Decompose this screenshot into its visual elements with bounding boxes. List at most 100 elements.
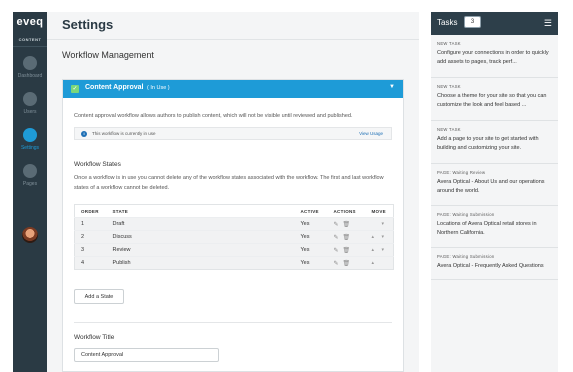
nav-item-label: Dashboard xyxy=(17,73,43,79)
move-cell: ▴ ▾ xyxy=(365,230,394,244)
trash-icon[interactable]: 🗑 xyxy=(343,221,351,228)
move-down-icon[interactable]: ▾ xyxy=(382,247,386,253)
nav-item-label: Settings xyxy=(20,145,40,151)
pencil-icon[interactable]: ✎ xyxy=(334,234,339,241)
tasks-title: Tasks xyxy=(437,18,458,27)
left-nav: eveq CONTENT Dashboard Users Settings Pa… xyxy=(13,12,47,372)
tasks-header: Tasks 3 ☰ xyxy=(431,12,558,35)
gauge-icon xyxy=(23,56,37,70)
workflow-card: ✓ Content Approval ( In Use ) ▼ Content … xyxy=(62,79,404,372)
workflow-description: Content approval workflow allows authors… xyxy=(74,113,353,119)
workflow-card-header[interactable]: ✓ Content Approval ( In Use ) ▼ xyxy=(63,80,403,98)
column-header: ORDER xyxy=(81,208,99,214)
pencil-icon[interactable]: ✎ xyxy=(334,247,339,254)
page-title: Settings xyxy=(62,17,114,32)
move-cell: ▾ xyxy=(365,217,394,231)
nav-item-label: Users xyxy=(23,109,37,115)
workflow-states-title: Workflow States xyxy=(74,161,121,168)
nav-item-dashboard[interactable]: Dashboard xyxy=(13,56,47,90)
task-type: PAGE: Waiting Review xyxy=(437,170,486,175)
order-cell: 3 xyxy=(74,243,107,257)
logo-divider xyxy=(13,46,47,47)
task-item[interactable]: PAGE: Waiting Submission Avera Optical -… xyxy=(431,248,558,280)
move-up-icon[interactable]: ▴ xyxy=(372,260,376,266)
pages-icon xyxy=(23,164,37,178)
info-text: This workflow is currently in use xyxy=(92,131,156,136)
nav-item-label: Pages xyxy=(22,181,38,187)
trash-icon[interactable]: 🗑 xyxy=(343,260,351,267)
active-cell: Yes xyxy=(294,230,328,244)
nav-item-settings[interactable]: Settings xyxy=(13,128,47,162)
task-text: Locations of Avera Optical retail stores… xyxy=(437,221,537,236)
pencil-icon[interactable]: ✎ xyxy=(334,260,339,267)
workflow-states-description: Once a workflow is in use you cannot del… xyxy=(74,175,384,191)
workflow-title-label: Workflow Title xyxy=(74,334,115,341)
view-usage-link[interactable]: View Usage xyxy=(359,131,383,136)
task-item[interactable]: NEW TASK Add a page to your site to get … xyxy=(431,121,558,164)
list-menu-icon[interactable]: ☰ xyxy=(544,18,552,29)
active-cell: Yes xyxy=(294,217,328,231)
chevron-down-icon[interactable]: ▼ xyxy=(389,84,395,90)
add-state-button[interactable]: Add a State xyxy=(74,289,124,304)
task-type: PAGE: Waiting Submission xyxy=(437,212,495,217)
avatar[interactable] xyxy=(22,227,38,243)
order-cell: 4 xyxy=(74,256,107,270)
in-use-badge: ( In Use ) xyxy=(147,85,170,91)
move-cell: ▴ ▾ xyxy=(365,243,394,257)
task-item[interactable]: NEW TASK Configure your connections in o… xyxy=(431,35,558,78)
state-cell: Publish xyxy=(106,256,295,270)
trash-icon[interactable]: 🗑 xyxy=(343,247,351,254)
table-row: 4 Publish Yes ✎ 🗑 ▴ xyxy=(74,256,394,270)
table-row: 1 Draft Yes ✎ 🗑 ▾ xyxy=(74,217,394,231)
column-header: MOVE xyxy=(371,208,386,214)
move-up-icon[interactable]: ▴ xyxy=(372,247,376,253)
table-row: 2 Discuss Yes ✎ 🗑 ▴ ▾ xyxy=(74,230,394,244)
actions-cell: ✎ 🗑 xyxy=(327,230,366,244)
actions-cell: ✎ 🗑 xyxy=(327,256,366,270)
info-banner: i This workflow is currently in use View… xyxy=(74,127,392,140)
task-text: Avera Optical - Frequently Asked Questio… xyxy=(437,263,544,269)
app-logo[interactable]: eveq xyxy=(13,16,47,28)
actions-cell: ✎ 🗑 xyxy=(327,217,366,231)
task-text: Add a page to your site to get started w… xyxy=(437,136,539,151)
task-type: NEW TASK xyxy=(437,84,461,89)
task-text: Configure your connections in order to q… xyxy=(437,50,549,65)
column-header: ACTIVE xyxy=(300,208,319,214)
column-header: ACTIONS xyxy=(333,208,356,214)
state-cell: Review xyxy=(106,243,295,257)
gear-icon xyxy=(23,128,37,142)
column-header: STATE xyxy=(112,208,129,214)
trash-icon[interactable]: 🗑 xyxy=(343,234,351,241)
info-icon: i xyxy=(81,131,87,137)
move-cell: ▴ xyxy=(365,256,394,270)
workflow-title-input[interactable] xyxy=(74,348,219,362)
actions-cell: ✎ 🗑 xyxy=(327,243,366,257)
workflow-name: Content Approval xyxy=(85,84,144,91)
state-cell: Draft xyxy=(106,217,295,231)
task-item[interactable]: NEW TASK Choose a theme for your site so… xyxy=(431,78,558,121)
users-icon xyxy=(23,92,37,106)
check-icon: ✓ xyxy=(71,85,79,93)
task-text: Avera Optical - About Us and our operati… xyxy=(437,179,545,194)
task-type: NEW TASK xyxy=(437,41,461,46)
task-text: Choose a theme for your site so that you… xyxy=(437,93,547,108)
task-item[interactable]: PAGE: Waiting Review Avera Optical - Abo… xyxy=(431,164,558,206)
pencil-icon[interactable]: ✎ xyxy=(334,221,339,228)
task-item[interactable]: PAGE: Waiting Submission Locations of Av… xyxy=(431,206,558,248)
main-content: Settings Workflow Management ✓ Content A… xyxy=(47,12,419,372)
app-logo-subtitle: CONTENT xyxy=(18,37,42,42)
task-type: PAGE: Waiting Submission xyxy=(437,254,495,259)
workflow-states-table: ORDER STATE ACTIVE ACTIONS MOVE 1 Draft … xyxy=(74,204,394,270)
move-down-icon[interactable]: ▾ xyxy=(382,234,386,240)
active-cell: Yes xyxy=(294,256,328,270)
order-cell: 2 xyxy=(74,230,107,244)
move-up-icon[interactable]: ▴ xyxy=(372,234,376,240)
order-cell: 1 xyxy=(74,217,107,231)
nav-item-users[interactable]: Users xyxy=(13,92,47,126)
move-down-icon[interactable]: ▾ xyxy=(382,221,386,227)
active-cell: Yes xyxy=(294,243,328,257)
tasks-panel: Tasks 3 ☰ NEW TASK Configure your connec… xyxy=(431,12,558,372)
card-divider xyxy=(74,322,392,323)
tasks-count-badge: 3 xyxy=(464,16,481,28)
nav-item-pages[interactable]: Pages xyxy=(13,164,47,198)
